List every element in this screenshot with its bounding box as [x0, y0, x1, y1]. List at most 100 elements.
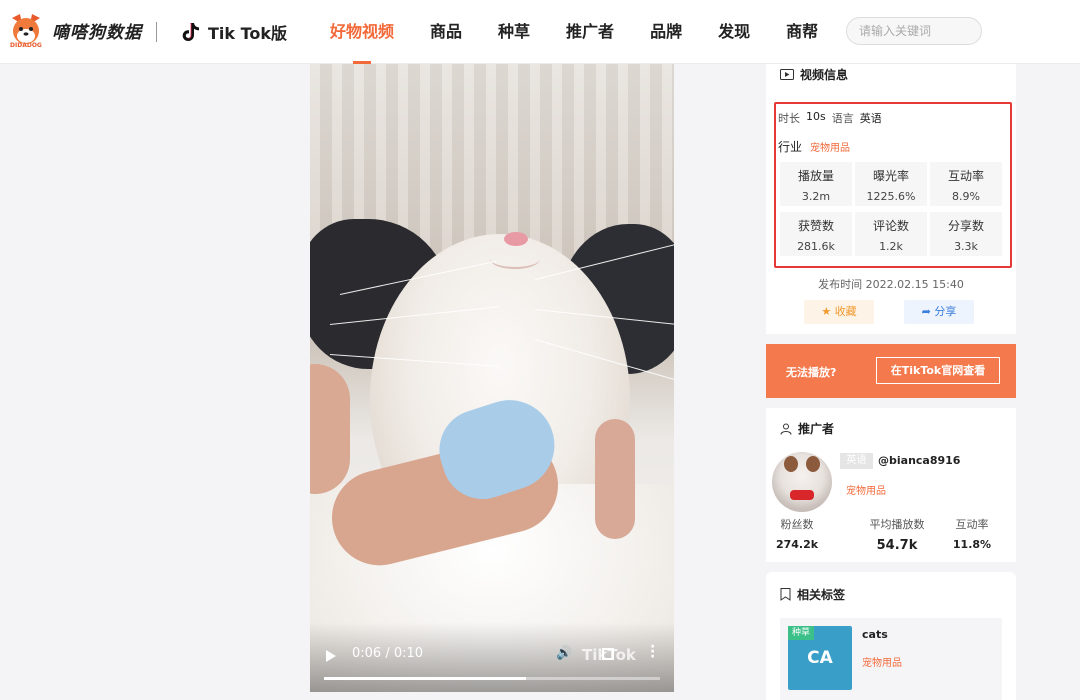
video-stats-grid: 播放量 3.2m 曝光率 1225.6% 互动率 8.9% 获赞数 281.6k… [780, 162, 1002, 256]
duration-language-row: 时长 10s 语言 英语 [778, 110, 882, 126]
star-icon: ★ [821, 305, 832, 318]
video-info-header: 视频信息 [780, 66, 848, 83]
hand-left [310, 364, 350, 494]
avatar-antler [784, 456, 798, 472]
promoter-stat-label: 粉丝数 [780, 518, 814, 531]
nav-item-products[interactable]: 商品 [430, 0, 462, 64]
promoter-stat-label: 互动率 [955, 518, 989, 531]
hand-right [595, 419, 635, 539]
tag-type-badge: 种草 [788, 626, 815, 640]
cannot-play-text: 无法播放? [786, 366, 837, 379]
promoter-stat-value: 54.7k [876, 538, 918, 553]
header-divider [156, 22, 157, 42]
promoter-stat-value: 11.8% [952, 538, 992, 551]
video-player[interactable]: 0:06 / 0:10 🔊 TikTok · · · [310, 64, 674, 692]
promoter-language-badge: 英语 [840, 453, 873, 469]
nav-item-seeding[interactable]: 种草 [498, 0, 530, 64]
video-info-card: 视频信息 时长 10s 语言 英语 行业 宠物用品 播放量 3.2m 曝光率 1… [766, 64, 1016, 334]
favorite-label: 收藏 [834, 305, 857, 318]
stat-value: 1.2k [879, 240, 903, 253]
video-time: 0:06 / 0:10 [352, 646, 424, 661]
logo-name: 嘀嗒狗数据 [52, 22, 142, 43]
stat-label: 曝光率 [872, 169, 909, 183]
promoter-stat-followers: 粉丝数 274.2k [772, 516, 822, 553]
tiktok-watermark: TikTok [582, 646, 636, 664]
video-progress-bar[interactable] [324, 677, 660, 680]
person-icon [780, 423, 792, 435]
share-arrow-icon: ➦ [921, 305, 931, 318]
share-label: 分享 [934, 305, 957, 318]
promoter-stat-value: 274.2k [775, 538, 819, 551]
promoter-card: 推广者 英语 @bianca8916 宠物用品 粉丝数 274.2k 平均播放数… [766, 408, 1016, 562]
bookmark-icon [780, 588, 791, 601]
stat-exposure-rate: 曝光率 1225.6% [855, 162, 927, 206]
nav-item-business[interactable]: 商帮 [786, 0, 818, 64]
favorite-button[interactable]: ★ 收藏 [804, 300, 874, 324]
stat-likes: 获赞数 281.6k [780, 212, 852, 256]
search-input[interactable] [846, 17, 982, 45]
tag-category[interactable]: 宠物用品 [862, 654, 902, 669]
volume-icon[interactable]: 🔊 [556, 646, 572, 661]
action-buttons: ★ 收藏 ➦ 分享 [804, 300, 974, 324]
stat-value: 281.6k [797, 240, 835, 253]
more-options-icon[interactable]: · · · [650, 640, 656, 664]
cat-nose [504, 232, 528, 246]
nav-item-promoters[interactable]: 推广者 [566, 0, 614, 64]
tag-name[interactable]: cats [862, 628, 888, 641]
play-icon[interactable] [326, 650, 336, 662]
stat-value: 3.2m [801, 190, 831, 203]
stat-value: 1225.6% [866, 190, 916, 203]
top-header: 嘀嗒狗数据 DIDADOG Tik Tok版 好物视频 商品 种草 推广者 品牌… [0, 0, 1080, 64]
promoter-avatar[interactable] [772, 452, 832, 512]
promoter-header: 推广者 [780, 420, 834, 437]
stat-views: 播放量 3.2m [780, 162, 852, 206]
promoter-title: 推广者 [798, 422, 835, 436]
industry-label: 行业 [778, 140, 803, 154]
stat-value: 3.3k [954, 240, 978, 253]
promoter-handle[interactable]: @bianca8916 [878, 454, 960, 467]
promoter-stat-label: 平均播放数 [869, 518, 925, 531]
language-label: 语言 [831, 112, 854, 125]
video-info-icon [780, 69, 794, 80]
video-controls: 0:06 / 0:10 🔊 TikTok · · · [310, 622, 674, 692]
stat-label: 分享数 [947, 219, 984, 233]
share-button[interactable]: ➦ 分享 [904, 300, 974, 324]
stat-value: 8.9% [952, 190, 980, 203]
avatar-bow [790, 490, 814, 500]
view-on-tiktok-button[interactable]: 在TikTok官网查看 [876, 357, 1000, 384]
tag-thumbnail-text: CA [807, 648, 833, 668]
video-progress-fill [324, 677, 526, 680]
stat-label: 播放量 [797, 169, 834, 183]
promoter-stat-avg-views: 平均播放数 54.7k [852, 516, 942, 553]
related-tags-header: 相关标签 [780, 586, 845, 603]
tag-thumbnail: 种草 CA [788, 626, 852, 690]
publish-time: 发布时间 2022.02.15 15:40 [818, 278, 964, 291]
cannot-play-banner: 无法播放? 在TikTok官网查看 [766, 344, 1016, 398]
avatar-antler [806, 456, 820, 472]
promoter-stats: 粉丝数 274.2k 平均播放数 54.7k 互动率 11.8% [772, 516, 1012, 553]
tiktok-icon [182, 23, 199, 41]
main-nav: 好物视频 商品 种草 推广者 品牌 发现 商帮 [330, 0, 818, 64]
stat-shares: 分享数 3.3k [930, 212, 1002, 256]
logo-subtext: DIDADOG [10, 42, 42, 49]
nav-item-brands[interactable]: 品牌 [650, 0, 682, 64]
stat-engagement-rate: 互动率 8.9% [930, 162, 1002, 206]
stat-label: 互动率 [947, 169, 984, 183]
cat-mouth [490, 249, 540, 269]
language-value: 英语 [859, 112, 882, 125]
nav-item-videos[interactable]: 好物视频 [330, 0, 394, 64]
stat-label: 获赞数 [797, 219, 834, 233]
related-tags-title: 相关标签 [797, 588, 846, 602]
tag-item[interactable]: 种草 CA cats 宠物用品 [780, 618, 1002, 700]
promoter-category-tag[interactable]: 宠物用品 [846, 482, 886, 497]
related-tags-card: 相关标签 种草 CA cats 宠物用品 [766, 572, 1016, 700]
industry-row: 行业 宠物用品 [778, 138, 850, 155]
video-info-title: 视频信息 [800, 68, 849, 82]
platform-label[interactable]: Tik Tok版 [182, 20, 287, 44]
industry-tag[interactable]: 宠物用品 [810, 139, 850, 154]
promoter-stat-engagement: 互动率 11.8% [942, 516, 1002, 553]
platform-label-text: Tik Tok版 [208, 24, 288, 43]
duration-value: 10s [806, 110, 826, 123]
nav-item-discover[interactable]: 发现 [718, 0, 750, 64]
duration-label: 时长 [778, 112, 800, 125]
